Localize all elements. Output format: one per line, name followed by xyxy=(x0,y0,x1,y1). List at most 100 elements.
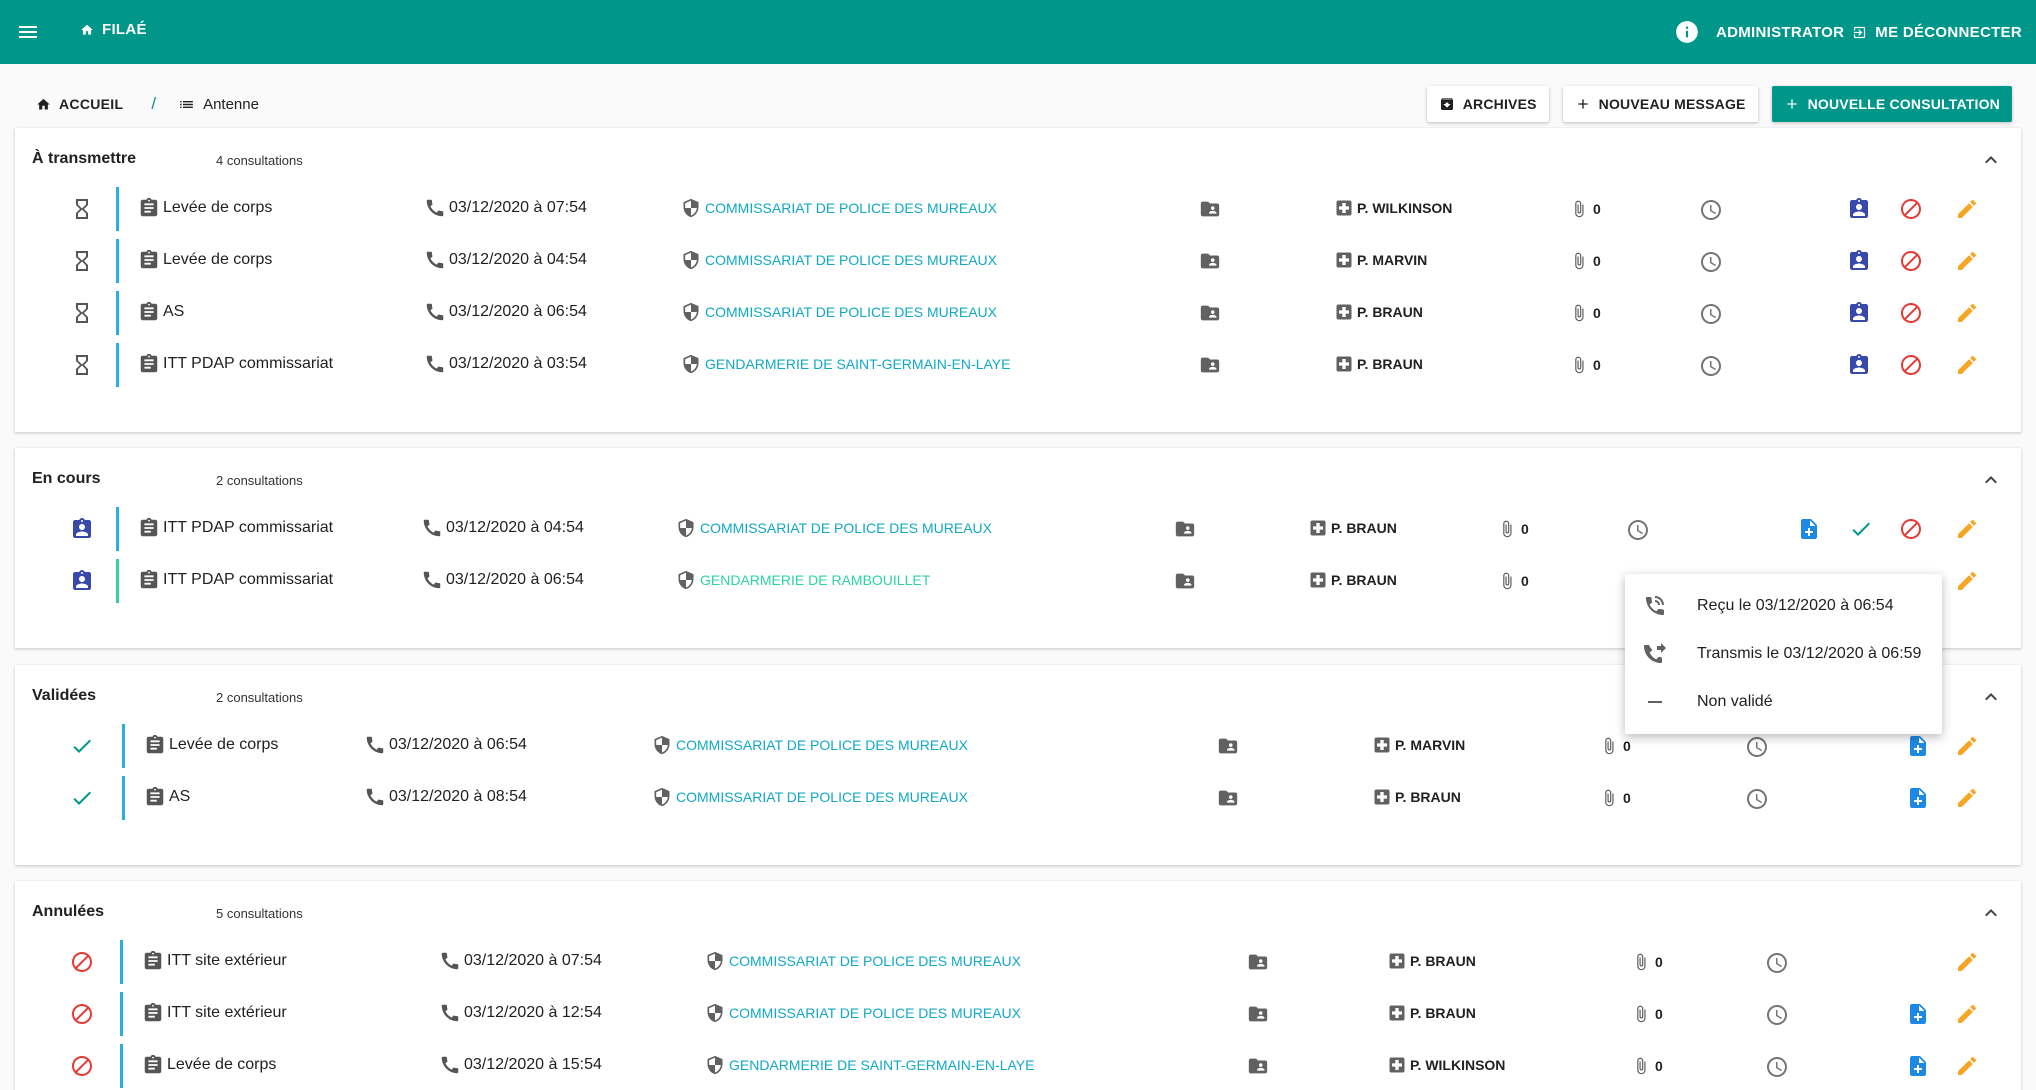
patient-folder-icon[interactable] xyxy=(1199,354,1221,376)
edit-pencil-icon[interactable] xyxy=(1955,569,1979,593)
info-icon[interactable] xyxy=(1674,19,1700,45)
file-add-icon[interactable] xyxy=(1906,734,1930,758)
attachments[interactable]: 0 xyxy=(1600,734,1631,758)
clock-icon[interactable] xyxy=(1745,787,1769,811)
consultation-row[interactable]: ITT PDAP commissariat 03/12/2020 à 03:54… xyxy=(15,339,2021,391)
user-label[interactable]: ADMINISTRATOR xyxy=(1716,24,1844,41)
patient-folder-icon[interactable] xyxy=(1199,250,1221,272)
organization-label: COMMISSARIAT DE POLICE DES MUREAUX xyxy=(676,737,968,753)
requesting-organization-link[interactable]: COMMISSARIAT DE POLICE DES MUREAUX xyxy=(681,250,997,270)
cancel-icon[interactable] xyxy=(1899,197,1923,221)
clock-icon[interactable] xyxy=(1765,1003,1789,1027)
assigned-clipboard-icon[interactable] xyxy=(1847,197,1871,221)
attachments[interactable]: 0 xyxy=(1632,950,1663,974)
chevron-up-icon[interactable] xyxy=(1979,468,2003,492)
cancel-icon[interactable] xyxy=(1899,301,1923,325)
attachments[interactable]: 0 xyxy=(1570,301,1601,325)
chevron-up-icon[interactable] xyxy=(1979,685,2003,709)
clock-icon[interactable] xyxy=(1745,735,1769,759)
new-message-button[interactable]: NOUVEAU MESSAGE xyxy=(1562,86,1758,122)
history-item-transmitted[interactable]: Transmis le 03/12/2020 à 06:59 xyxy=(1625,630,1942,678)
requesting-organization-link[interactable]: COMMISSARIAT DE POLICE DES MUREAUX xyxy=(681,302,997,322)
file-add-icon[interactable] xyxy=(1797,517,1821,541)
requesting-organization-link[interactable]: COMMISSARIAT DE POLICE DES MUREAUX xyxy=(676,518,992,538)
patient-folder-icon[interactable] xyxy=(1217,787,1239,809)
clock-icon[interactable] xyxy=(1765,1055,1789,1079)
chevron-up-icon[interactable] xyxy=(1979,901,2003,925)
file-add-icon[interactable] xyxy=(1906,1002,1930,1026)
clock-icon[interactable] xyxy=(1626,518,1650,542)
edit-pencil-icon[interactable] xyxy=(1955,734,1979,758)
consultation-row[interactable]: Levée de corps 03/12/2020 à 07:54 COMMIS… xyxy=(15,183,2021,235)
edit-pencil-icon[interactable] xyxy=(1955,786,1979,810)
clock-icon[interactable] xyxy=(1699,354,1723,378)
requesting-organization-link[interactable]: GENDARMERIE DE RAMBOUILLET xyxy=(676,570,930,590)
consultation-row[interactable]: AS 03/12/2020 à 06:54 COMMISSARIAT DE PO… xyxy=(15,287,2021,339)
consultation-row[interactable]: ITT site extérieur 03/12/2020 à 12:54 CO… xyxy=(15,988,2021,1040)
requesting-organization-link[interactable]: GENDARMERIE DE SAINT-GERMAIN-EN-LAYE xyxy=(681,354,1010,374)
archives-button[interactable]: ARCHIVES xyxy=(1426,86,1549,122)
consultation-row[interactable]: Levée de corps 03/12/2020 à 15:54 GENDAR… xyxy=(15,1040,2021,1090)
shield-icon xyxy=(676,518,696,538)
consultation-row[interactable]: Levée de corps 03/12/2020 à 04:54 COMMIS… xyxy=(15,235,2021,287)
edit-pencil-icon[interactable] xyxy=(1955,197,1979,221)
file-add-icon[interactable] xyxy=(1906,786,1930,810)
assigned-clipboard-icon[interactable] xyxy=(1847,301,1871,325)
new-consultation-button[interactable]: NOUVELLE CONSULTATION xyxy=(1771,86,2012,122)
attachments[interactable]: 0 xyxy=(1632,1054,1663,1078)
patient-folder-icon[interactable] xyxy=(1247,1055,1269,1077)
attachments[interactable]: 0 xyxy=(1570,353,1601,377)
edit-pencil-icon[interactable] xyxy=(1955,301,1979,325)
app-brand-link[interactable]: FILAÉ xyxy=(80,21,147,38)
attachments[interactable]: 0 xyxy=(1498,569,1529,593)
requesting-organization-link[interactable]: COMMISSARIAT DE POLICE DES MUREAUX xyxy=(705,951,1021,971)
patient-folder-icon[interactable] xyxy=(1247,951,1269,973)
requesting-organization-link[interactable]: COMMISSARIAT DE POLICE DES MUREAUX xyxy=(652,787,968,807)
consultation-row[interactable]: ITT site extérieur 03/12/2020 à 07:54 CO… xyxy=(15,936,2021,988)
attachments-count: 0 xyxy=(1593,201,1601,217)
hamburger-menu-icon[interactable] xyxy=(16,20,40,44)
patient-folder-icon[interactable] xyxy=(1217,735,1239,757)
requesting-organization-link[interactable]: GENDARMERIE DE SAINT-GERMAIN-EN-LAYE xyxy=(705,1055,1034,1075)
history-item-received[interactable]: Reçu le 03/12/2020 à 06:54 xyxy=(1625,582,1942,630)
section-count: 2 consultations xyxy=(216,473,303,488)
logout-link[interactable]: ME DÉCONNECTER xyxy=(1875,24,2022,41)
edit-pencil-icon[interactable] xyxy=(1955,353,1979,377)
edit-pencil-icon[interactable] xyxy=(1955,517,1979,541)
attachments[interactable]: 0 xyxy=(1632,1002,1663,1026)
chevron-up-icon[interactable] xyxy=(1979,148,2003,172)
patient-folder-icon[interactable] xyxy=(1199,302,1221,324)
clock-icon[interactable] xyxy=(1765,951,1789,975)
clock-icon[interactable] xyxy=(1699,302,1723,326)
history-item-not-validated[interactable]: Non validé xyxy=(1625,678,1942,726)
consultation-type-label: ITT PDAP commissariat xyxy=(163,571,334,588)
attachments[interactable]: 0 xyxy=(1498,517,1529,541)
check-icon[interactable] xyxy=(1849,517,1873,541)
cancel-icon[interactable] xyxy=(1899,353,1923,377)
patient-folder-icon[interactable] xyxy=(1174,518,1196,540)
edit-pencil-icon[interactable] xyxy=(1955,1002,1979,1026)
cancel-icon[interactable] xyxy=(1899,517,1923,541)
assigned-clipboard-icon[interactable] xyxy=(1847,249,1871,273)
patient-folder-icon[interactable] xyxy=(1174,570,1196,592)
logout-icon[interactable] xyxy=(1852,25,1867,40)
clock-icon[interactable] xyxy=(1699,250,1723,274)
consultation-row[interactable]: ITT PDAP commissariat 03/12/2020 à 04:54… xyxy=(15,503,2021,555)
patient-folder-icon[interactable] xyxy=(1247,1003,1269,1025)
breadcrumb-home[interactable]: ACCUEIL xyxy=(36,96,123,112)
requesting-organization-link[interactable]: COMMISSARIAT DE POLICE DES MUREAUX xyxy=(681,198,997,218)
cancel-icon[interactable] xyxy=(1899,249,1923,273)
attachments[interactable]: 0 xyxy=(1570,197,1601,221)
consultation-row[interactable]: AS 03/12/2020 à 08:54 COMMISSARIAT DE PO… xyxy=(15,772,2021,824)
edit-pencil-icon[interactable] xyxy=(1955,1054,1979,1078)
attachments[interactable]: 0 xyxy=(1600,786,1631,810)
edit-pencil-icon[interactable] xyxy=(1955,950,1979,974)
attachments[interactable]: 0 xyxy=(1570,249,1601,273)
clock-icon[interactable] xyxy=(1699,198,1723,222)
edit-pencil-icon[interactable] xyxy=(1955,249,1979,273)
requesting-organization-link[interactable]: COMMISSARIAT DE POLICE DES MUREAUX xyxy=(705,1003,1021,1023)
file-add-icon[interactable] xyxy=(1906,1054,1930,1078)
patient-folder-icon[interactable] xyxy=(1199,198,1221,220)
requesting-organization-link[interactable]: COMMISSARIAT DE POLICE DES MUREAUX xyxy=(652,735,968,755)
assigned-clipboard-icon[interactable] xyxy=(1847,353,1871,377)
